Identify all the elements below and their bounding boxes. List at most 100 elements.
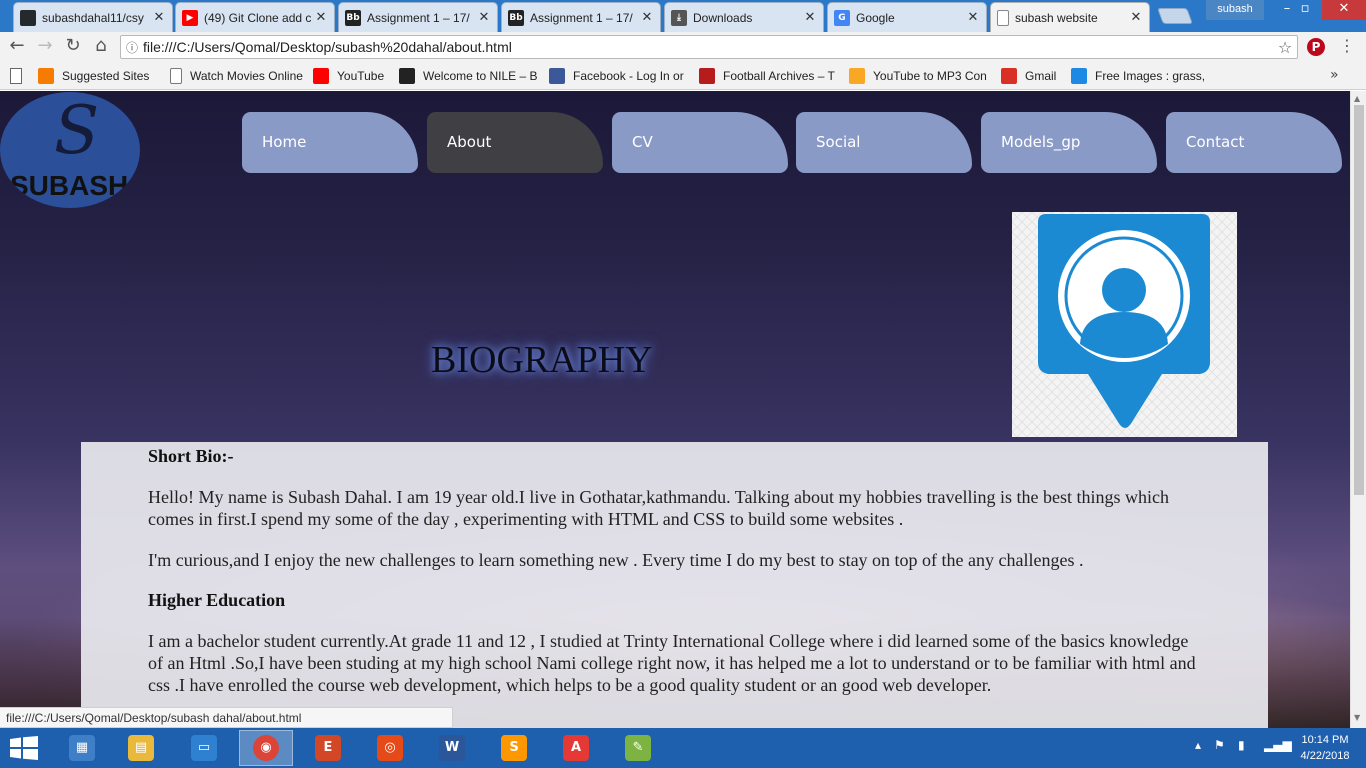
remote-desktop-icon: ▭ <box>191 735 217 761</box>
bookmark-item[interactable]: Welcome to NILE – B <box>399 67 539 85</box>
tab-title: subashdahal11/csy <box>42 10 144 25</box>
bookmark-item[interactable]: Gmail <box>1001 67 1066 85</box>
tab-close-icon[interactable]: ✕ <box>477 10 491 25</box>
bookmark-item[interactable]: YouTube to MP3 Con <box>849 67 989 85</box>
suggested-sites-icon <box>38 68 54 84</box>
bookmark-label: Free Images : grass, l <box>1095 69 1206 83</box>
tab-close-icon[interactable]: ✕ <box>314 10 328 25</box>
menu-icon[interactable]: ⋮ <box>1337 37 1357 57</box>
scrollbar-thumb[interactable] <box>1354 105 1364 495</box>
profile-button[interactable]: subash <box>1206 0 1264 20</box>
chrome-icon: ◉ <box>253 735 279 761</box>
tab-close-icon[interactable]: ✕ <box>152 10 166 25</box>
nav-home[interactable]: Home <box>242 112 418 173</box>
address-bar[interactable]: ⓘ file:///C:/Users/Qomal/Desktop/subash%… <box>120 35 1298 59</box>
camera-app-icon: ◎ <box>377 735 403 761</box>
blackboard-icon <box>399 68 415 84</box>
blackboard-icon: Bb <box>508 9 524 26</box>
flag-icon[interactable]: ⚑ <box>1214 738 1225 752</box>
clock-time: 10:14 PM <box>1301 734 1349 746</box>
bookmark-item[interactable]: Football Archives – T <box>699 67 839 85</box>
taskbar-app[interactable]: ◉ <box>239 730 293 766</box>
ts-icon <box>699 68 715 84</box>
browser-tab[interactable]: Bb Assignment 1 – 17/ ✕ <box>338 2 498 32</box>
bookmark-item[interactable]: Facebook - Log In or <box>549 67 689 85</box>
browser-tab[interactable]: Bb Assignment 1 – 17/ ✕ <box>501 2 661 32</box>
taskbar-app[interactable]: ▦ <box>55 730 109 766</box>
pinterest-icon[interactable]: P <box>1307 38 1325 56</box>
bookmark-label: Facebook - Log In or <box>573 69 684 83</box>
tray-overflow-icon[interactable]: ▴ <box>1195 738 1201 752</box>
bookmark-label: Welcome to NILE – B <box>423 69 538 83</box>
logo-glyph: S <box>54 92 100 169</box>
home-icon[interactable]: ⌂ <box>91 37 111 57</box>
taskbar-app[interactable]: ✎ <box>611 730 665 766</box>
page-icon <box>997 9 1009 26</box>
bookmark-star-icon[interactable]: ☆ <box>1273 38 1297 57</box>
site-info-icon[interactable]: ⓘ <box>121 39 143 56</box>
browser-tab[interactable]: G Google ✕ <box>827 2 987 32</box>
taskbar-app[interactable]: ◎ <box>363 730 417 766</box>
paint-icon: ✎ <box>625 735 651 761</box>
new-tab-button[interactable] <box>1157 8 1193 24</box>
bookmark-item[interactable]: Watch Movies Online <box>170 67 305 85</box>
tab-close-icon[interactable]: ✕ <box>803 10 817 25</box>
file-explorer-icon: ▤ <box>128 735 154 761</box>
bookmark-item[interactable]: YouTube <box>313 67 395 85</box>
page-icon <box>170 68 182 84</box>
short-bio-title: Short Bio:- <box>148 446 234 466</box>
tab-close-icon[interactable]: ✕ <box>966 10 980 25</box>
nav-cv[interactable]: CV <box>612 112 788 173</box>
url-text[interactable]: file:///C:/Users/Qomal/Desktop/subash%20… <box>143 39 1273 55</box>
gmail-icon <box>1001 68 1017 84</box>
acrobat-icon: A <box>563 735 589 761</box>
office-icon: E <box>315 735 341 761</box>
network-signal-icon[interactable]: ▂▄▆ <box>1264 738 1292 752</box>
tab-close-icon[interactable]: ✕ <box>640 10 654 25</box>
tab-title: (49) Git Clone add c <box>204 10 312 25</box>
scroll-down-icon[interactable]: ▼ <box>1354 713 1360 722</box>
tab-title: Assignment 1 – 17/ <box>367 10 470 25</box>
profile-image <box>1012 212 1237 437</box>
forward-arrow-icon[interactable]: → <box>35 37 55 57</box>
nav-about[interactable]: About <box>427 112 603 173</box>
windows-start-icon[interactable] <box>10 736 38 760</box>
apps-page-icon[interactable] <box>10 68 22 84</box>
scroll-up-icon[interactable]: ▲ <box>1354 94 1360 103</box>
browser-tab[interactable]: ▶ (49) Git Clone add c ✕ <box>175 2 335 32</box>
bookmark-label: Gmail <box>1025 69 1057 83</box>
taskbar-app[interactable]: W <box>425 730 479 766</box>
system-clock[interactable]: 10:14 PM 4/22/2018 <box>1290 732 1360 764</box>
taskbar-app[interactable]: S <box>487 730 541 766</box>
bookmark-label: YouTube to MP3 Con <box>873 69 987 83</box>
tab-close-icon[interactable]: ✕ <box>1129 10 1143 25</box>
blackboard-icon: Bb <box>345 9 361 26</box>
bookmark-label: Football Archives – T <box>723 69 835 83</box>
browser-tab[interactable]: ⤓ Downloads ✕ <box>664 2 824 32</box>
reload-icon[interactable]: ↻ <box>63 37 83 57</box>
site-logo[interactable]: S SUBASH <box>0 92 140 208</box>
battery-icon[interactable]: ▮ <box>1238 738 1245 752</box>
browser-tab[interactable]: subash website ✕ <box>990 2 1150 32</box>
taskbar-app[interactable]: A <box>549 730 603 766</box>
browser-tab[interactable]: subashdahal11/csy ✕ <box>13 2 173 32</box>
bookmarks-overflow-icon[interactable]: » <box>1330 67 1339 83</box>
taskbar-app[interactable]: E <box>301 730 355 766</box>
taskbar-app[interactable]: ▤ <box>114 730 168 766</box>
short-bio-paragraph-2: I'm curious,and I enjoy the new challeng… <box>148 550 1084 570</box>
bookmark-item[interactable]: Suggested Sites <box>38 67 168 85</box>
back-arrow-icon[interactable]: ← <box>7 37 27 57</box>
nav-models-gp[interactable]: Models_gp <box>981 112 1157 173</box>
nav-contact[interactable]: Contact <box>1166 112 1342 173</box>
nav-social[interactable]: Social <box>796 112 972 173</box>
close-window-icon[interactable]: ✕ <box>1322 0 1366 20</box>
maximize-icon[interactable]: ▫ <box>1290 0 1320 20</box>
bookmark-label: YouTube <box>337 69 385 83</box>
page-scrollbar[interactable]: ▲ ▼ <box>1350 91 1366 728</box>
ph-icon <box>1071 68 1087 84</box>
taskbar-app[interactable]: ▭ <box>177 730 231 766</box>
tab-title: Assignment 1 – 17/ <box>530 10 633 25</box>
bookmark-item[interactable]: Free Images : grass, l <box>1071 67 1206 85</box>
tab-title: subash website <box>1015 10 1098 25</box>
download-icon: ⤓ <box>671 9 687 26</box>
